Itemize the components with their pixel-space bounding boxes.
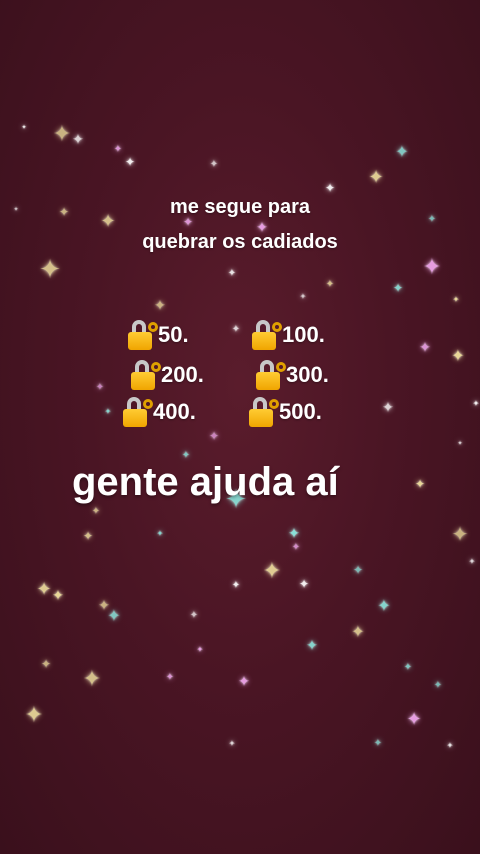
sparkle-icon: ✦: [196, 645, 204, 654]
sparkle-icon: ✦: [414, 477, 426, 491]
lock-item-100: 100.: [252, 320, 325, 350]
lock-label: 50.: [158, 322, 189, 347]
sparkle-icon: ✦: [288, 526, 300, 542]
lock-item-400: 400.: [123, 397, 196, 427]
sparkle-icon: ✦: [419, 340, 431, 356]
sparkle-icon: ✦: [39, 255, 61, 285]
caption-line-1: me segue para: [169, 196, 311, 218]
sparkle-icon: ✦: [377, 596, 391, 615]
sparkle-icon: ✦: [36, 579, 52, 600]
sparkle-icon: ✦: [291, 542, 301, 553]
sparkle-icon: ✦: [373, 738, 383, 749]
sparkle-icon: ✦: [368, 167, 384, 188]
sparkle-icon: ✦: [72, 132, 84, 148]
sparkle-icon: ✦: [208, 429, 220, 443]
story-canvas: ✦ ✦ ✦ ✦ ✦ ✦ ✦ ✦ ✦ ✦ ✦ ✦ ✦ ✦ ✦ ✦ ✦ ✦ ✦ ✦ ✦ ✦ ✦ ✦ ✦ ✦ ✦ ✦ ✦ ✦ ✦ ✦ ✦ ✦ ✦ ✦ ✦ ✦ ✦ ✦…: [0, 0, 480, 854]
sparkle-icon: ✦: [451, 346, 465, 365]
lock-label: 100.: [282, 322, 325, 347]
sparkle-icon: ✦: [113, 144, 123, 155]
locked-with-key-icon: [256, 360, 286, 390]
sparkle-icon: ✦: [21, 124, 27, 131]
sparkle-icon: ✦: [82, 529, 94, 543]
sparkle-icon: ✦: [82, 667, 102, 692]
sparkle-icon: ✦: [104, 407, 112, 416]
sparkle-icon: ✦: [433, 680, 443, 691]
sparkle-icon: ✦: [238, 674, 250, 690]
sparkle-icon: ✦: [306, 638, 318, 654]
sparkle-icon: ✦: [451, 522, 469, 546]
sparkle-icon: ✦: [446, 741, 454, 750]
sparkle-icon: ✦: [325, 279, 335, 290]
sparkle-icon: ✦: [468, 557, 476, 566]
headline-text: gente ajuda aí: [72, 460, 339, 504]
sparkle-icon: ✦: [422, 255, 442, 280]
sparkle-icon: ✦: [452, 295, 460, 304]
lock-item-300: 300.: [256, 360, 329, 390]
sparkle-icon: ✦: [392, 281, 404, 295]
lock-label: 200.: [161, 362, 204, 387]
sparkle-icon: ✦: [189, 610, 199, 621]
sparkle-icon: ✦: [299, 292, 307, 301]
sparkle-icon: ✦: [351, 622, 365, 641]
sparkle-icon: ✦: [352, 563, 364, 577]
lock-label: 300.: [286, 362, 329, 387]
sparkle-icon: ✦: [156, 529, 164, 538]
sparkle-icon: ✦: [52, 588, 64, 604]
sparkle-icon: ✦: [472, 399, 480, 408]
sparkle-icon: ✦: [262, 559, 282, 584]
sparkle-icon: ✦: [382, 400, 394, 416]
sparkle-icon: ✦: [227, 268, 237, 279]
lock-label: 500.: [279, 399, 322, 424]
locked-with-key-icon: [123, 397, 153, 427]
sparkle-icon: ✦: [165, 672, 175, 683]
locked-with-key-icon: [131, 360, 161, 390]
sparkle-icon: ✦: [231, 580, 241, 591]
locked-with-key-icon: [249, 397, 279, 427]
locked-with-key-icon: [128, 320, 158, 350]
sparkle-icon: ✦: [228, 739, 236, 748]
sparkle-background: ✦ ✦ ✦ ✦ ✦ ✦ ✦ ✦ ✦ ✦ ✦ ✦ ✦ ✦ ✦ ✦ ✦ ✦ ✦ ✦ ✦ ✦ ✦ ✦ ✦ ✦ ✦ ✦ ✦ ✦ ✦ ✦ ✦ ✦ ✦ ✦ ✦ ✦ ✦ ✦…: [0, 0, 480, 854]
locked-with-key-icon: [252, 320, 282, 350]
lock-item-50: 50.: [128, 320, 189, 350]
sparkle-icon: ✦: [95, 382, 105, 393]
sparkle-icon: ✦: [40, 657, 52, 671]
lock-item-500: 500.: [249, 397, 322, 427]
lock-item-200: 200.: [131, 360, 204, 390]
caption-line-2: quebrar os cadiados: [142, 231, 338, 253]
sparkle-icon: ✦: [403, 662, 413, 673]
sparkle-icon: ✦: [406, 709, 422, 730]
sparkle-icon: ✦: [231, 324, 241, 335]
sparkle-icon: ✦: [98, 598, 110, 614]
sparkle-icon: ✦: [298, 577, 310, 591]
sparkle-icon: ✦: [395, 142, 409, 161]
sparkle-icon: ✦: [154, 298, 166, 314]
sparkle-icon: ✦: [124, 155, 136, 169]
lock-label: 400.: [153, 399, 196, 424]
sparkle-icon: ✦: [457, 440, 463, 447]
sparkle-icon: ✦: [52, 122, 72, 147]
sparkle-icon: ✦: [24, 703, 44, 728]
sparkle-icon: ✦: [209, 159, 219, 170]
sparkle-icon: ✦: [107, 606, 121, 625]
